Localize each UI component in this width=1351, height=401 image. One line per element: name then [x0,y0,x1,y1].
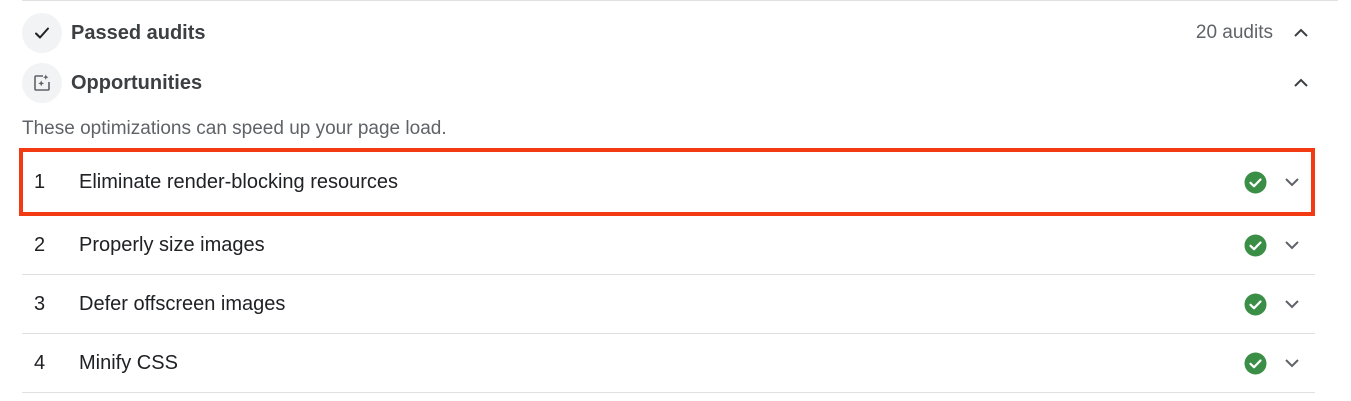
chevron-up-icon[interactable] [1290,72,1312,94]
passed-audits-header[interactable]: Passed audits 20 audits [22,13,1312,53]
chevron-up-icon[interactable] [1290,22,1312,44]
top-divider [22,0,1338,1]
chevron-down-icon[interactable] [1281,234,1303,256]
pass-check-icon [1244,171,1267,194]
audit-panel: Passed audits 20 audits Opportunities Th… [0,0,1351,401]
checkmark-icon [22,13,62,53]
opportunity-number: 3 [34,292,46,315]
chevron-down-icon[interactable] [1281,352,1303,374]
opportunity-label: Properly size images [79,233,265,256]
opportunity-number: 1 [34,170,46,193]
sparkle-frame-icon [22,63,62,103]
opportunity-label: Defer offscreen images [79,292,286,315]
opportunity-number: 4 [34,351,46,374]
opportunities-description: These optimizations can speed up your pa… [22,118,447,139]
pass-check-icon [1244,352,1267,375]
opportunities-header[interactable]: Opportunities [22,63,1312,103]
chevron-down-icon[interactable] [1281,293,1303,315]
opportunity-row[interactable]: 4 Minify CSS [22,334,1315,393]
opportunity-label: Eliminate render-blocking resources [79,170,399,193]
pass-check-icon [1244,234,1267,257]
pass-check-icon [1244,293,1267,316]
passed-audits-title: Passed audits [71,21,206,44]
opportunity-row[interactable]: 3 Defer offscreen images [22,275,1315,334]
opportunities-list: 1 Eliminate render-blocking resources 2 [19,148,1315,393]
passed-audits-count: 20 audits [1195,22,1273,43]
opportunity-label: Minify CSS [79,351,178,374]
opportunity-row[interactable]: 1 Eliminate render-blocking resources [19,148,1315,216]
opportunities-title: Opportunities [71,71,203,94]
opportunity-row[interactable]: 2 Properly size images [22,216,1315,275]
chevron-down-icon[interactable] [1281,171,1303,193]
opportunity-number: 2 [34,233,46,256]
